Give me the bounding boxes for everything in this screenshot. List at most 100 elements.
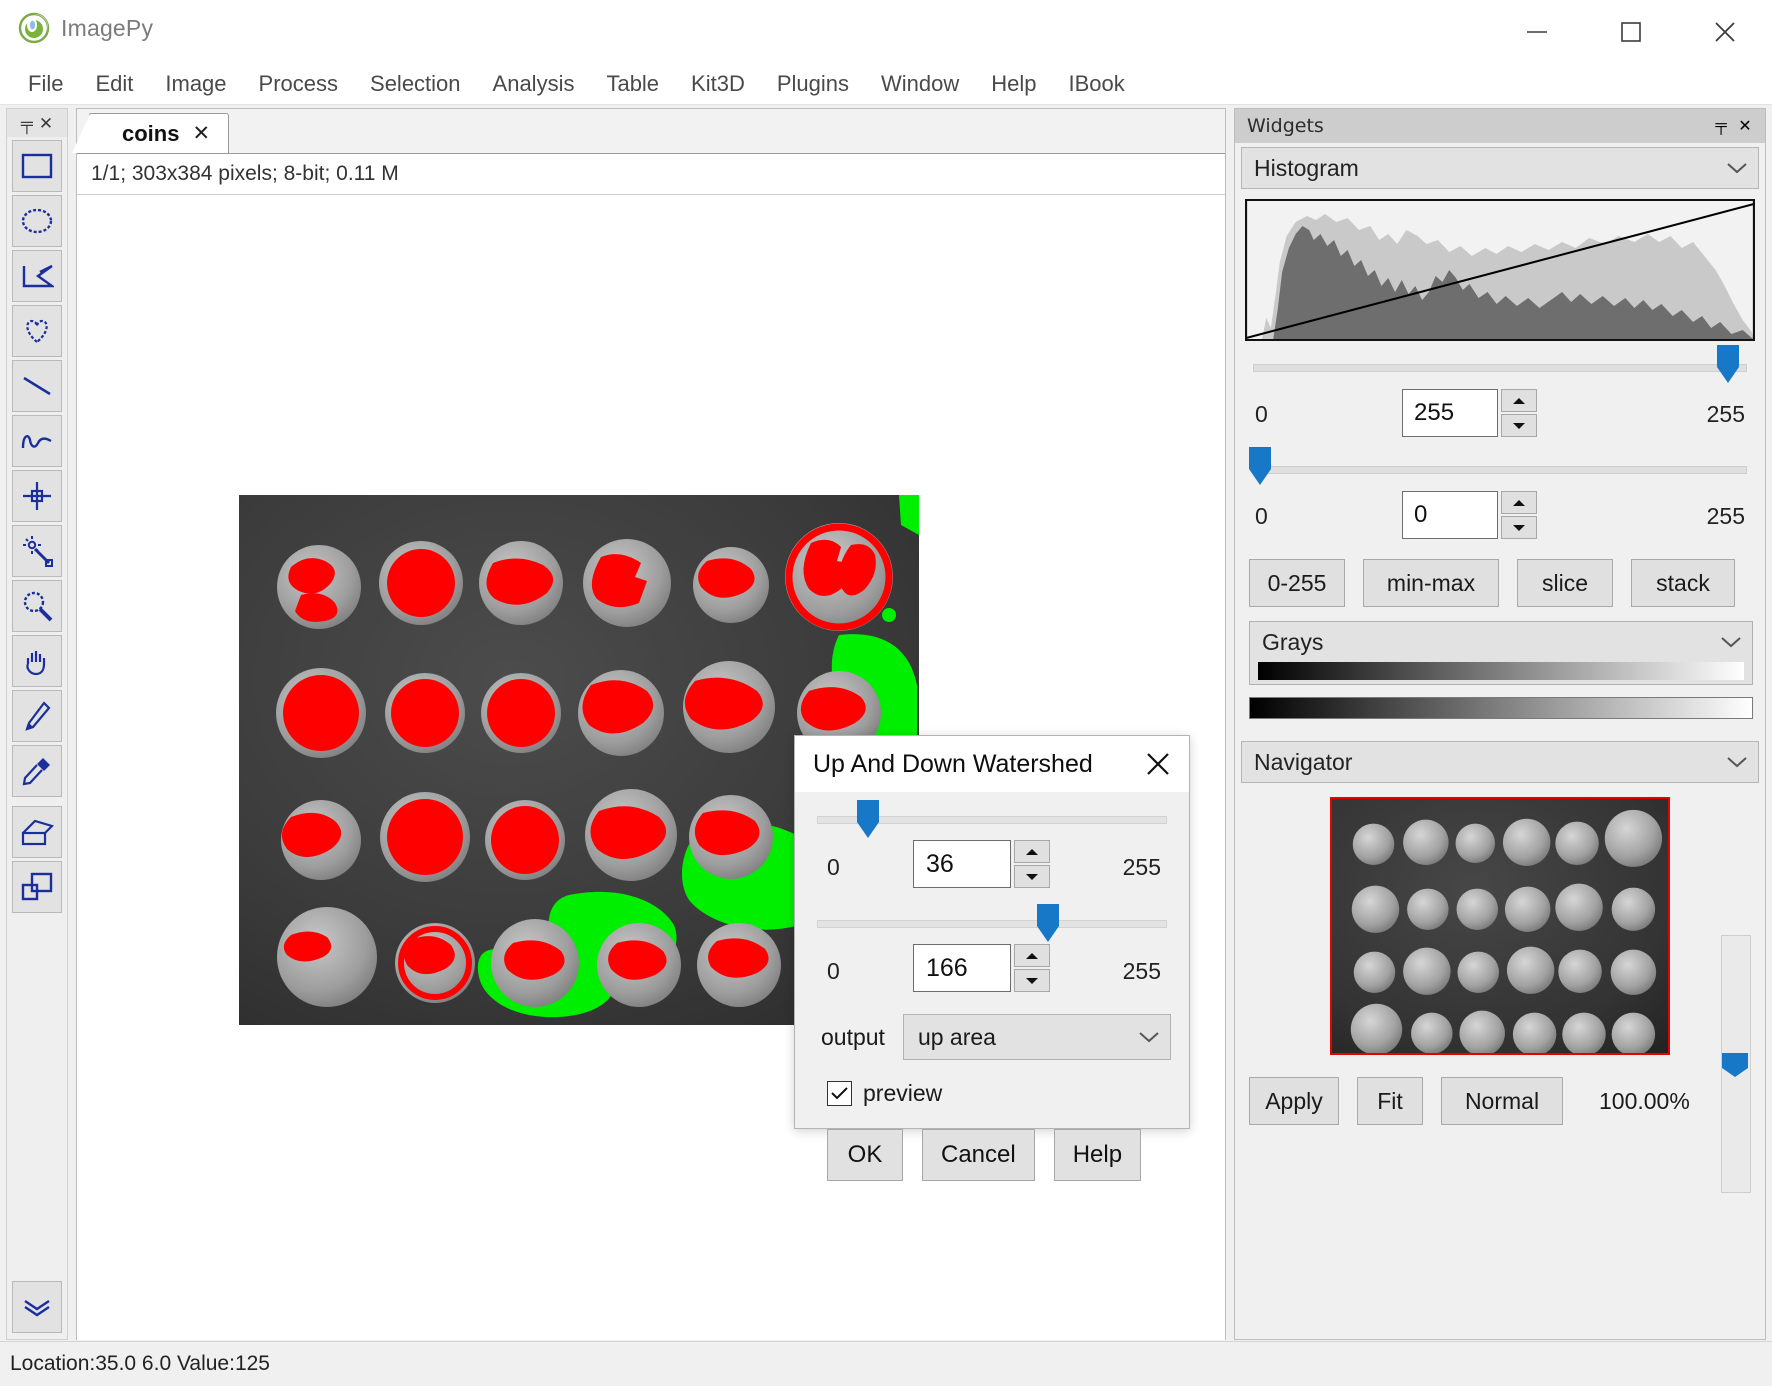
up-threshold-spinner[interactable]: 36 [913,840,1050,888]
tool-palette-header: ╤ ✕ [7,109,67,137]
ok-button[interactable]: OK [827,1129,903,1181]
pin-icon[interactable]: ╤ [21,115,33,132]
minimize-icon[interactable] [1490,0,1584,64]
more-tools-chevron[interactable] [12,1281,62,1333]
slider-thumb-min[interactable] [1247,447,1273,487]
spin-down-icon[interactable] [1014,969,1050,992]
histogram-min-spinner[interactable]: 0 [1402,491,1537,539]
navigator-thumbnail[interactable] [1330,797,1670,1055]
menu-kit3d[interactable]: Kit3D [675,69,761,99]
output-select[interactable]: up area [902,1014,1171,1060]
histogram-max-input[interactable]: 255 [1402,389,1498,437]
down-threshold-spinner[interactable]: 166 [913,944,1050,992]
histogram-max-row: 0 255 255 [1247,387,1753,443]
colormap-header[interactable]: Grays [1250,622,1752,662]
range-button-min-max[interactable]: min-max [1363,559,1499,607]
menu-analysis[interactable]: Analysis [477,69,591,99]
menu-plugins[interactable]: Plugins [761,69,865,99]
zoom-tool[interactable] [12,580,62,632]
histogram-min-max-label: 255 [1706,503,1745,529]
window-controls [1490,0,1772,64]
freehand-select-tool[interactable] [12,305,62,357]
pan-hand-tool[interactable] [12,635,62,687]
magic-wand-tool[interactable] [12,525,62,577]
fit-button[interactable]: Fit [1357,1077,1423,1125]
ellipse-select-tool[interactable] [12,195,62,247]
chevron-down-icon[interactable] [1720,635,1742,649]
pin-icon[interactable]: ╤ [1709,114,1733,138]
up-threshold-input[interactable]: 36 [913,840,1011,888]
pencil-tool[interactable] [12,690,62,742]
rectangle-select-tool[interactable] [12,140,62,192]
maximize-icon[interactable] [1584,0,1678,64]
close-icon[interactable] [1141,747,1175,781]
histogram-section-header[interactable]: Histogram [1241,147,1759,189]
up-threshold-slider[interactable] [813,800,1171,838]
navigator-scroll-thumb[interactable] [1720,1052,1750,1078]
range-button-slice[interactable]: slice [1517,559,1613,607]
slider-track[interactable] [1253,466,1747,474]
menu-image[interactable]: Image [149,69,242,99]
chevron-down-icon[interactable] [1726,161,1748,175]
histogram-max-spinner[interactable]: 255 [1402,389,1537,437]
spin-up-icon[interactable] [1501,389,1537,412]
menu-window[interactable]: Window [865,69,975,99]
curve-tool[interactable] [12,415,62,467]
close-icon[interactable] [1678,0,1772,64]
chevron-down-icon[interactable] [1138,1030,1160,1044]
spin-down-icon[interactable] [1014,865,1050,888]
line-tool[interactable] [12,360,62,412]
slider-track[interactable] [817,920,1167,928]
histogram-min-spin-buttons [1501,491,1537,539]
chevron-down-icon[interactable] [1726,755,1748,769]
apply-button[interactable]: Apply [1249,1077,1339,1125]
navigator-scrollbar[interactable] [1721,935,1751,1193]
menu-file[interactable]: File [12,69,79,99]
range-button-0-255[interactable]: 0-255 [1249,559,1345,607]
menu-process[interactable]: Process [243,69,354,99]
spin-up-icon[interactable] [1014,944,1050,967]
imagepy-logo-icon [18,12,50,44]
slider-thumb-max[interactable] [1715,345,1741,385]
menu-table[interactable]: Table [590,69,675,99]
navigator-section-header[interactable]: Navigator [1241,741,1759,783]
spin-down-icon[interactable] [1501,516,1537,539]
polygon-select-tool[interactable] [12,250,62,302]
histogram-min-input[interactable]: 0 [1402,491,1498,539]
slider-thumb-down[interactable] [1035,904,1061,944]
down-threshold-input[interactable]: 166 [913,944,1011,992]
zoom-level-label: 100.00% [1599,1087,1690,1114]
slider-thumb-up[interactable] [855,800,881,840]
tool-palette: ╤ ✕ [6,108,68,1340]
dialog-title: Up And Down Watershed [813,749,1093,778]
menu-edit[interactable]: Edit [79,69,149,99]
normal-button[interactable]: Normal [1441,1077,1563,1125]
range-button-stack[interactable]: stack [1631,559,1735,607]
cancel-button[interactable]: Cancel [922,1129,1035,1181]
menu-ibook[interactable]: IBook [1053,69,1141,99]
eyedropper-tool[interactable] [12,745,62,797]
histogram-min-slider[interactable] [1247,447,1753,485]
colormap-name: Grays [1262,628,1324,655]
down-threshold-slider[interactable] [813,904,1171,942]
point-tool[interactable] [12,470,62,522]
spin-up-icon[interactable] [1014,840,1050,863]
copy-layer-tool[interactable] [12,861,62,913]
colormap-selector[interactable]: Grays [1249,621,1753,685]
spin-up-icon[interactable] [1501,491,1537,514]
spin-down-icon[interactable] [1501,414,1537,437]
up-threshold-max-label: 255 [1122,854,1161,880]
close-icon[interactable]: ✕ [1733,114,1757,138]
eraser-tool[interactable] [12,806,62,858]
help-button[interactable]: Help [1053,1129,1142,1181]
slider-track[interactable] [1253,364,1747,372]
close-icon[interactable]: ✕ [39,115,53,132]
preview-checkbox[interactable] [827,1081,852,1106]
tab-coins[interactable]: coins ✕ [71,113,230,153]
menu-selection[interactable]: Selection [354,69,477,99]
histogram-max-slider[interactable] [1247,345,1753,383]
preview-checkbox-row[interactable]: preview [827,1080,1189,1107]
histogram-max-min-label: 0 [1255,401,1268,427]
close-icon[interactable]: ✕ [192,121,210,146]
menu-help[interactable]: Help [975,69,1052,99]
